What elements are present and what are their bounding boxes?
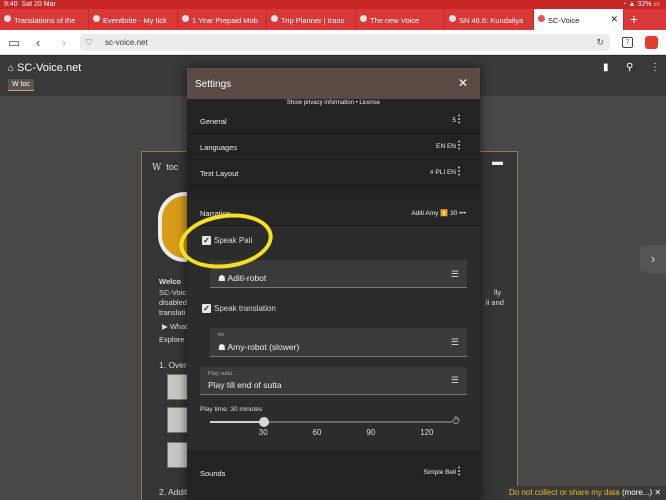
slider-tick: 120	[420, 428, 434, 437]
slider-tick: 60	[312, 428, 322, 437]
setting-sounds[interactable]: Sounds Simple Bell ⋮	[187, 460, 480, 486]
para-line: SC-Voic	[159, 288, 187, 297]
settings-dialog: Settings ✕ Show privacy information • Li…	[187, 68, 480, 500]
tab-sn-46-6[interactable]: SN 46.6: Kundaliya	[445, 9, 534, 30]
reload-icon[interactable]: ↻	[596, 37, 604, 48]
more-vert-icon[interactable]: ⋮	[454, 140, 464, 151]
setting-value: Aditi Amy ⏫ 30 •••	[411, 210, 466, 217]
url-text: sc-voice.net	[105, 38, 148, 47]
play-sutta-value: Play till end of sutta	[208, 380, 282, 390]
play-sutta-select[interactable]: Play sutta... Play till end of sutta ☰	[200, 367, 467, 395]
favicon-icon	[182, 15, 189, 22]
toc-chip[interactable]: W toc	[8, 79, 34, 91]
home-icon: ⌂	[8, 63, 15, 74]
para-line: disabled	[159, 298, 187, 307]
tab-bar: Translations of the Eventbrite - My tick…	[0, 9, 666, 30]
forward-icon[interactable]: ›	[62, 35, 66, 50]
status-bar: 9:40 Sat 20 Mar ◔ ▲ 32% ▭	[0, 0, 666, 9]
setting-languages[interactable]: Languages EN EN ⋮	[187, 134, 480, 160]
tab-prepaid[interactable]: 1 Year Prepaid Mob	[178, 9, 267, 30]
para-line: lly	[494, 288, 502, 297]
translation-voice-value: ☗ Amy-robot (slower)	[218, 342, 300, 352]
url-field[interactable]: ⛉ sc-voice.net ↻	[80, 34, 610, 51]
setting-general[interactable]: General 5 ⋮	[187, 108, 480, 134]
book-icon[interactable]: ▮	[603, 62, 609, 73]
minimize-icon[interactable]: ▬	[492, 156, 503, 168]
thumbnail[interactable]	[167, 442, 189, 468]
more-vert-icon[interactable]: ⋮	[454, 166, 464, 177]
setting-label: Languages	[200, 143, 238, 152]
welcome-heading: Welco	[159, 277, 181, 286]
slider-fill	[210, 421, 264, 423]
slider-tick: 90	[366, 428, 376, 437]
tab-translations[interactable]: Translations of the	[0, 9, 89, 30]
setting-text-layout[interactable]: Text Layout # PLI EN ⋮	[187, 160, 480, 186]
shield-icon: ⛉	[86, 38, 92, 47]
tab-eventbrite[interactable]: Eventbrite - My tick	[89, 9, 178, 30]
next-arrow-icon[interactable]: ›	[640, 245, 666, 273]
list-icon: ☰	[450, 269, 459, 279]
tab-trip-planner[interactable]: Trip Planner | trans	[267, 9, 356, 30]
translation-lang: en	[218, 332, 225, 338]
setting-label: General	[200, 117, 227, 126]
tab-sc-voice[interactable]: SC-Voice ✕	[534, 9, 624, 30]
back-icon[interactable]: ‹	[36, 35, 40, 50]
play-time-label: Play time: 30 minutes	[200, 406, 263, 413]
favicon-icon	[271, 15, 278, 22]
status-battery: ◔ ▲ 32% ▭	[622, 1, 660, 8]
translation-voice-select[interactable]: en ☗ Amy-robot (slower) ☰	[210, 328, 467, 357]
pali-voice-select[interactable]: ☗ Aditi-robot ☰	[210, 260, 467, 288]
wikipedia-icon: W	[152, 163, 162, 173]
address-bar: ▭ ‹ › ⛉ sc-voice.net ↻ 7	[0, 30, 666, 55]
setting-label: Text Layout	[200, 169, 239, 178]
list-icon: ☰	[450, 337, 459, 347]
explore-text: Explore	[159, 335, 185, 344]
slider-tick: 30	[258, 428, 268, 437]
close-tab-icon[interactable]: ✕	[610, 14, 618, 25]
setting-value: # PLI EN	[429, 169, 456, 176]
app-title[interactable]: ⌂ SC-Voice.net	[8, 62, 81, 74]
speak-translation-checkbox[interactable]: ✓	[202, 304, 211, 313]
card-title: Wtoc	[152, 162, 179, 173]
favicon-icon	[360, 15, 367, 22]
timer-icon: ⏱	[452, 416, 460, 427]
para-line: li and	[486, 298, 504, 307]
search-icon[interactable]: ⚲	[626, 62, 633, 73]
what-expander[interactable]: ▶ What	[162, 322, 187, 331]
cookie-banner[interactable]: Do not collect or share my data (more...…	[505, 486, 666, 500]
play-sutta-label: Play sutta...	[208, 371, 237, 377]
privacy-license-links[interactable]: Show privacy information • License	[187, 100, 480, 108]
list-icon: ☰	[450, 375, 459, 385]
favicon-icon	[449, 15, 456, 22]
tab-new-voice[interactable]: The new Voice	[356, 9, 445, 30]
favicon-icon	[93, 15, 100, 22]
favicon-icon	[4, 15, 11, 22]
thumbnail[interactable]	[167, 407, 189, 433]
play-time-slider[interactable]	[210, 421, 452, 423]
dialog-header: Settings ✕	[187, 68, 480, 99]
more-vert-icon[interactable]: ⋮	[454, 114, 464, 125]
brave-lion-icon[interactable]	[645, 36, 658, 49]
status-time-date: 9:40 Sat 20 Mar	[4, 1, 56, 8]
cookie-more-link[interactable]: (more...)	[622, 488, 652, 497]
close-icon[interactable]: ✕	[458, 76, 468, 90]
new-tab-button[interactable]: +	[624, 9, 644, 30]
slider-handle[interactable]	[258, 417, 269, 427]
more-vert-icon[interactable]: ⋮	[650, 62, 660, 73]
more-vert-icon[interactable]: ⋮	[454, 466, 464, 477]
favicon-icon	[538, 15, 545, 22]
cookie-text: Do not collect or share my data	[509, 488, 620, 497]
para-line: translati	[159, 308, 186, 317]
sidebar-toggle-icon[interactable]: ▭	[8, 35, 20, 51]
tab-count-button[interactable]: 7	[622, 37, 633, 48]
section-heading: 1. Over	[159, 360, 187, 370]
setting-label: Sounds	[200, 469, 226, 478]
pali-voice-value: ☗ Aditi-robot	[218, 273, 267, 283]
setting-value: Simple Bell	[423, 469, 456, 476]
speak-translation-label: Speak translation	[214, 304, 276, 313]
dialog-title: Settings	[195, 79, 232, 90]
thumbnail[interactable]	[167, 374, 189, 400]
